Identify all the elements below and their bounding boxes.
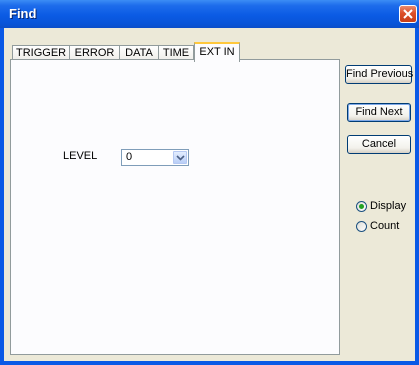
cancel-button[interactable]: Cancel: [347, 135, 411, 154]
find-next-label: Find Next: [355, 106, 403, 118]
close-button[interactable]: [399, 5, 417, 23]
tab-label: ERROR: [74, 47, 115, 59]
dialog-body: TRIGGER ERROR DATA TIME EXT IN LEVEL 0 F…: [4, 28, 415, 361]
count-radio[interactable]: [356, 221, 367, 232]
title-bar[interactable]: Find: [0, 0, 419, 28]
window-title: Find: [9, 6, 37, 21]
tab-panel-ext-in: LEVEL 0: [10, 59, 340, 355]
radio-selected-dot: [359, 204, 364, 209]
tab-label: DATA: [125, 47, 153, 59]
display-radio[interactable]: [356, 201, 367, 212]
close-icon: [403, 9, 413, 19]
level-label: LEVEL: [63, 150, 98, 162]
find-next-button[interactable]: Find Next: [347, 103, 411, 122]
level-dropdown-button[interactable]: [173, 151, 187, 164]
tab-label: TRIGGER: [16, 47, 67, 59]
find-previous-button[interactable]: Find Previous: [345, 65, 414, 84]
count-radio-label[interactable]: Count: [370, 220, 399, 232]
chevron-down-icon: [176, 155, 185, 161]
level-select[interactable]: 0: [121, 149, 189, 166]
display-radio-label[interactable]: Display: [370, 200, 406, 212]
find-previous-label: Find Previous: [346, 68, 414, 80]
level-select-value: 0: [126, 151, 133, 163]
tab-label: EXT IN: [199, 46, 235, 58]
find-dialog: Find TRIGGER ERROR DATA TIME EXT IN LEVE…: [0, 0, 419, 365]
cancel-label: Cancel: [361, 138, 397, 150]
tab-ext-in[interactable]: EXT IN: [194, 42, 240, 62]
tab-label: TIME: [162, 47, 190, 59]
